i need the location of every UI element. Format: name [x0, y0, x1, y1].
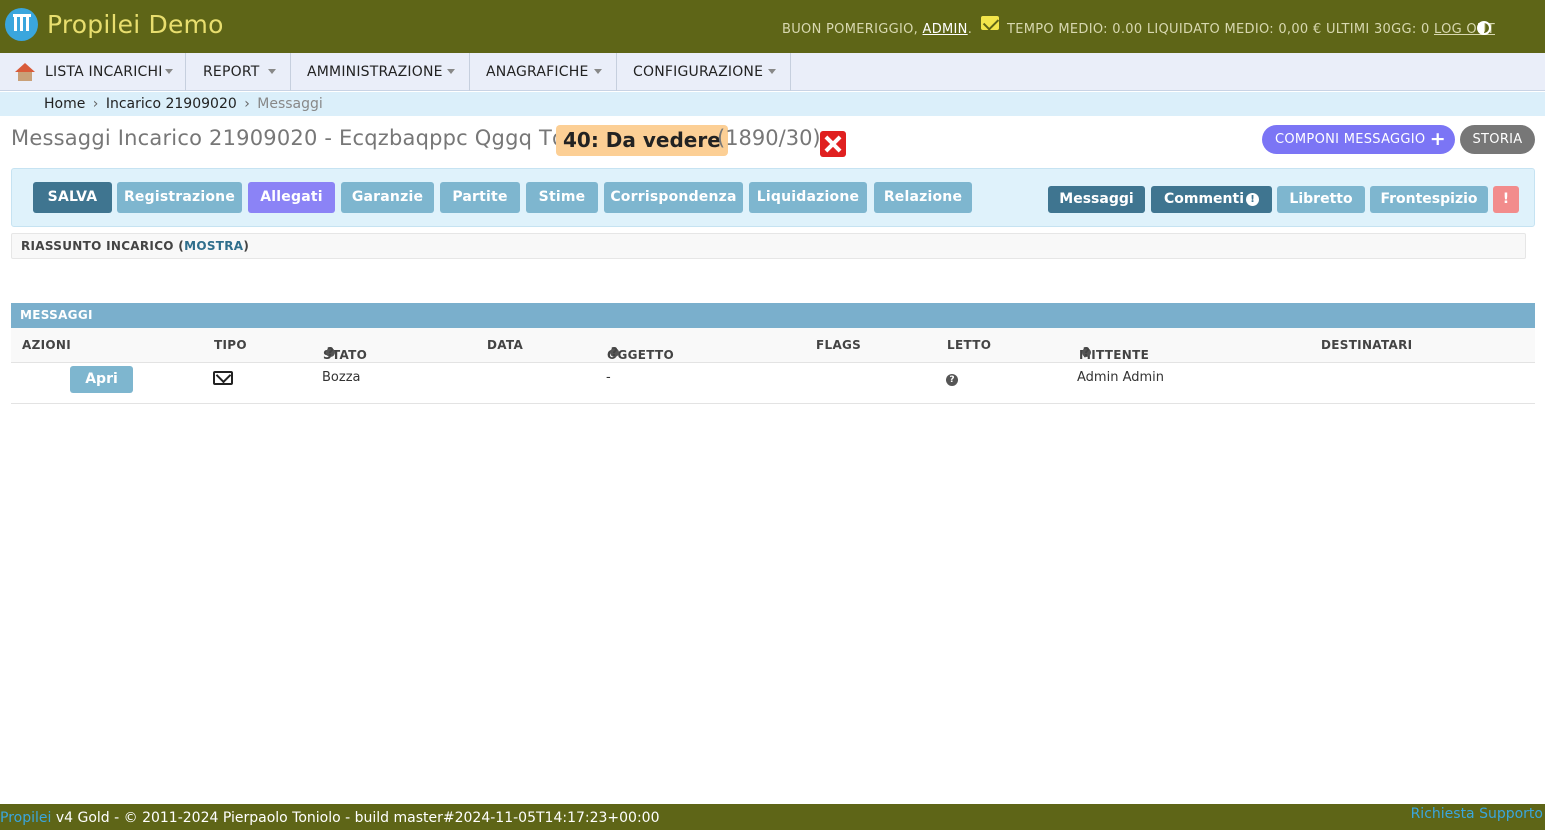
- main-nav: LISTA INCARICHI REPORT AMMINISTRAZIONE A…: [0, 53, 1545, 91]
- nav-amministrazione[interactable]: AMMINISTRAZIONE: [291, 53, 470, 91]
- tab-partite[interactable]: Partite: [440, 182, 520, 213]
- messages-header: MESSAGGI: [11, 303, 1535, 328]
- chevron-down-icon: [768, 69, 776, 74]
- tab-corrispondenza[interactable]: Corrispondenza: [604, 182, 743, 213]
- table-row: Apri Bozza - ? Admin Admin: [11, 364, 1535, 404]
- col-tipo: TIPO: [214, 338, 247, 352]
- counts-text: (1890/30): [717, 126, 821, 150]
- show-summary-link[interactable]: MOSTRA: [184, 239, 243, 253]
- summary-bar: RIASSUNTO INCARICO (MOSTRA): [11, 233, 1526, 259]
- tab-garanzie[interactable]: Garanzie: [341, 182, 434, 213]
- app-title[interactable]: Propilei Demo: [47, 10, 224, 39]
- nav-report[interactable]: REPORT: [186, 53, 291, 91]
- save-button[interactable]: SALVA: [33, 182, 112, 213]
- footer-text: v4 Gold - © 2011-2024 Pierpaolo Toniolo …: [55, 810, 660, 826]
- tab-commenti[interactable]: Commenti!: [1151, 186, 1272, 213]
- status-badge: 40: Da vedere: [556, 125, 728, 156]
- breadcrumb: Home › Incarico 21909020 › Messaggi: [0, 92, 1545, 116]
- page-title: Messaggi Incarico 21909020 - Ecqzbaqppc …: [11, 126, 605, 150]
- chevron-down-icon: [268, 69, 276, 74]
- open-message-button[interactable]: Apri: [70, 366, 133, 393]
- help-icon: ?: [326, 345, 335, 359]
- tab-stime[interactable]: Stime: [526, 182, 598, 213]
- tab-messaggi[interactable]: Messaggi: [1048, 186, 1145, 213]
- history-button[interactable]: STORIA: [1460, 125, 1535, 154]
- breadcrumb-current: Messaggi: [257, 96, 323, 112]
- cell-stato: Bozza: [322, 370, 361, 385]
- logo-icon[interactable]: [5, 8, 38, 41]
- tab-registrazione[interactable]: Registrazione: [117, 182, 242, 213]
- home-icon: [15, 63, 35, 81]
- user-link[interactable]: ADMIN: [923, 22, 968, 37]
- col-flags: FLAGS: [816, 338, 862, 352]
- tab-frontespizio[interactable]: Frontespizio: [1370, 186, 1488, 213]
- info-icon: !: [1246, 193, 1260, 206]
- footer: Propilei v4 Gold - © 2011-2024 Pierpaolo…: [0, 804, 1545, 830]
- cell-oggetto: -: [606, 370, 611, 385]
- tab-allegati[interactable]: Allegati: [248, 182, 335, 213]
- chevron-down-icon: [165, 69, 173, 74]
- compose-message-button[interactable]: COMPONI MESSAGGIO +: [1262, 125, 1455, 154]
- contrast-toggle-icon[interactable]: [1477, 21, 1491, 35]
- col-letto: LETTO: [947, 338, 992, 352]
- nav-anagrafiche[interactable]: ANAGRAFICHE: [470, 53, 617, 91]
- tab-liquidazione[interactable]: Liquidazione: [749, 182, 867, 213]
- chevron-down-icon: [594, 69, 602, 74]
- col-destinatari: DESTINATARI: [1321, 338, 1413, 352]
- alert-button[interactable]: !: [1493, 186, 1519, 213]
- breadcrumb-home[interactable]: Home: [44, 96, 85, 112]
- col-data[interactable]: DATA: [487, 338, 523, 352]
- nav-lista-incarichi[interactable]: LISTA INCARICHI: [0, 53, 186, 91]
- footer-brand-link[interactable]: Propilei: [0, 810, 51, 826]
- tab-relazione[interactable]: Relazione: [874, 182, 972, 213]
- mail-icon[interactable]: [980, 16, 999, 30]
- help-icon: ?: [610, 345, 619, 359]
- chevron-down-icon: [447, 69, 455, 74]
- close-icon[interactable]: [820, 131, 846, 157]
- tab-libretto[interactable]: Libretto: [1277, 186, 1365, 213]
- help-icon: ?: [1082, 345, 1091, 359]
- envelope-icon: [213, 371, 233, 385]
- cell-mittente: Admin Admin: [1077, 370, 1164, 385]
- plus-icon: +: [1429, 128, 1446, 150]
- breadcrumb-incarico[interactable]: Incarico 21909020: [106, 96, 237, 112]
- col-azioni: AZIONI: [22, 338, 71, 352]
- question-icon: ?: [946, 374, 958, 386]
- top-bar: Propilei Demo BUON POMERIGGIO, ADMIN. TE…: [0, 0, 1545, 53]
- greeting: BUON POMERIGGIO,: [782, 22, 919, 37]
- user-bar: BUON POMERIGGIO, ADMIN. TEMPO MEDIO: 0.0…: [782, 16, 1495, 37]
- support-link[interactable]: Richiesta Supporto: [1411, 800, 1543, 828]
- action-panel: SALVA Registrazione Allegati Garanzie Pa…: [11, 168, 1535, 227]
- table-column-headers: AZIONI TIPO STATO? DATA OGGETTO? FLAGS L…: [11, 328, 1535, 363]
- nav-configurazione[interactable]: CONFIGURAZIONE: [617, 53, 791, 91]
- stats-text: TEMPO MEDIO: 0.00 LIQUIDATO MEDIO: 0,00 …: [1007, 22, 1430, 37]
